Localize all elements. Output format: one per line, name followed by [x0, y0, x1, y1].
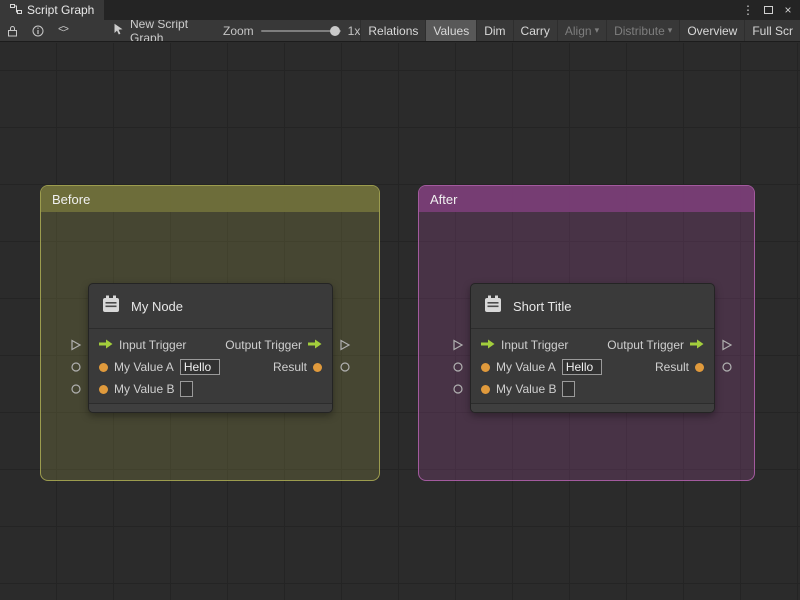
value-port-icon[interactable]: [99, 362, 108, 372]
overview-button[interactable]: Overview: [679, 20, 744, 41]
dim-button[interactable]: Dim: [476, 20, 512, 41]
ext-value-port-out[interactable]: [339, 361, 351, 373]
group-before-header[interactable]: Before: [41, 186, 379, 212]
graph-name-label: New Script Graph: [130, 20, 189, 42]
ext-flow-port-in[interactable]: [70, 339, 82, 351]
value-a-input[interactable]: [561, 359, 602, 375]
graph-canvas[interactable]: Before After My Node Input Trigger Outpu…: [0, 43, 800, 600]
node-footer: [471, 403, 714, 412]
flow-arrow-icon[interactable]: [690, 338, 704, 352]
port-label-my-value-a: My Value A: [114, 360, 174, 374]
graph-toolbar: <> New Script Graph Zoom 1x Relations Va…: [0, 20, 800, 42]
ext-value-port-out[interactable]: [721, 361, 733, 373]
ext-value-port-in[interactable]: [452, 383, 464, 395]
align-dropdown[interactable]: Align ▾: [556, 20, 606, 41]
flow-arrow-icon[interactable]: [308, 338, 322, 352]
value-port-icon[interactable]: [99, 384, 108, 394]
zoom-value: 1x: [347, 23, 361, 38]
ext-flow-port-out[interactable]: [339, 339, 351, 351]
port-label-my-value-b: My Value B: [496, 382, 557, 396]
chevron-down-icon: ▾: [594, 25, 600, 35]
toolbar-buttons: Relations Values Dim Carry Align ▾ Distr…: [360, 20, 800, 41]
value-port-icon[interactable]: [481, 362, 490, 372]
script-graph-icon: [10, 3, 22, 18]
value-port-icon[interactable]: [313, 362, 322, 372]
window-tab-bar: Script Graph ⋮ ×: [0, 0, 800, 20]
node-header[interactable]: Short Title: [471, 284, 714, 329]
group-label: After: [430, 191, 458, 207]
chevron-down-icon: ▾: [667, 25, 673, 35]
port-label-output-trigger: Output Trigger: [225, 338, 302, 352]
ext-flow-port-in[interactable]: [452, 339, 464, 351]
value-b-input[interactable]: [562, 381, 576, 397]
group-label: Before: [52, 191, 91, 207]
graph-breadcrumb[interactable]: New Script Graph: [113, 20, 195, 42]
distribute-dropdown[interactable]: Distribute ▾: [606, 20, 679, 41]
node-short-title[interactable]: Short Title Input Trigger Output Trigger…: [453, 283, 733, 413]
port-label-input-trigger: Input Trigger: [501, 338, 569, 352]
lock-icon[interactable]: [0, 20, 25, 41]
node-body: Input Trigger Output Trigger My Value A …: [471, 329, 714, 403]
flow-arrow-icon[interactable]: [481, 338, 495, 352]
ext-value-port-in[interactable]: [70, 361, 82, 373]
carry-button[interactable]: Carry: [512, 20, 557, 41]
node-header[interactable]: My Node: [89, 284, 332, 329]
tab-script-graph[interactable]: Script Graph: [0, 0, 105, 20]
value-a-input[interactable]: [179, 359, 220, 375]
unit-icon: [482, 294, 504, 319]
node-title: My Node: [131, 298, 184, 314]
graph-pointer-icon: [113, 23, 124, 38]
node-body: Input Trigger Output Trigger My Value A …: [89, 329, 332, 403]
value-port-icon[interactable]: [481, 384, 490, 394]
port-label-my-value-a: My Value A: [496, 360, 556, 374]
relations-button[interactable]: Relations: [360, 20, 425, 41]
ext-value-port-in[interactable]: [452, 361, 464, 373]
value-port-icon[interactable]: [695, 362, 704, 372]
close-icon[interactable]: ×: [780, 2, 796, 18]
fullscreen-button[interactable]: Full Scr: [744, 20, 800, 41]
maximize-icon[interactable]: [760, 2, 776, 18]
zoom-slider-thumb[interactable]: [329, 25, 340, 36]
port-label-result: Result: [272, 360, 307, 374]
group-after-header[interactable]: After: [419, 186, 754, 212]
zoom-label: Zoom: [222, 23, 254, 38]
node-footer: [89, 403, 332, 412]
window-controls: ⋮ ×: [740, 0, 800, 20]
align-label: Align: [564, 23, 592, 38]
port-label-result: Result: [654, 360, 689, 374]
info-icon[interactable]: [25, 20, 51, 41]
port-label-output-trigger: Output Trigger: [607, 338, 684, 352]
zoom-control: Zoom 1x: [223, 24, 360, 38]
code-icon[interactable]: <>: [51, 20, 75, 41]
tab-title: Script Graph: [27, 3, 95, 17]
window-menu-icon[interactable]: ⋮: [740, 2, 756, 18]
port-label-input-trigger: Input Trigger: [119, 338, 187, 352]
node-title: Short Title: [513, 298, 572, 314]
unit-icon: [100, 294, 122, 319]
ext-value-port-in[interactable]: [70, 383, 82, 395]
zoom-slider[interactable]: [260, 25, 341, 36]
ext-flow-port-out[interactable]: [721, 339, 733, 351]
flow-arrow-icon[interactable]: [99, 338, 113, 352]
distribute-label: Distribute: [614, 23, 665, 38]
value-b-input[interactable]: [180, 381, 194, 397]
values-button[interactable]: Values: [425, 20, 477, 41]
node-my-node[interactable]: My Node Input Trigger Output Trigger My …: [71, 283, 351, 413]
port-label-my-value-b: My Value B: [114, 382, 175, 396]
